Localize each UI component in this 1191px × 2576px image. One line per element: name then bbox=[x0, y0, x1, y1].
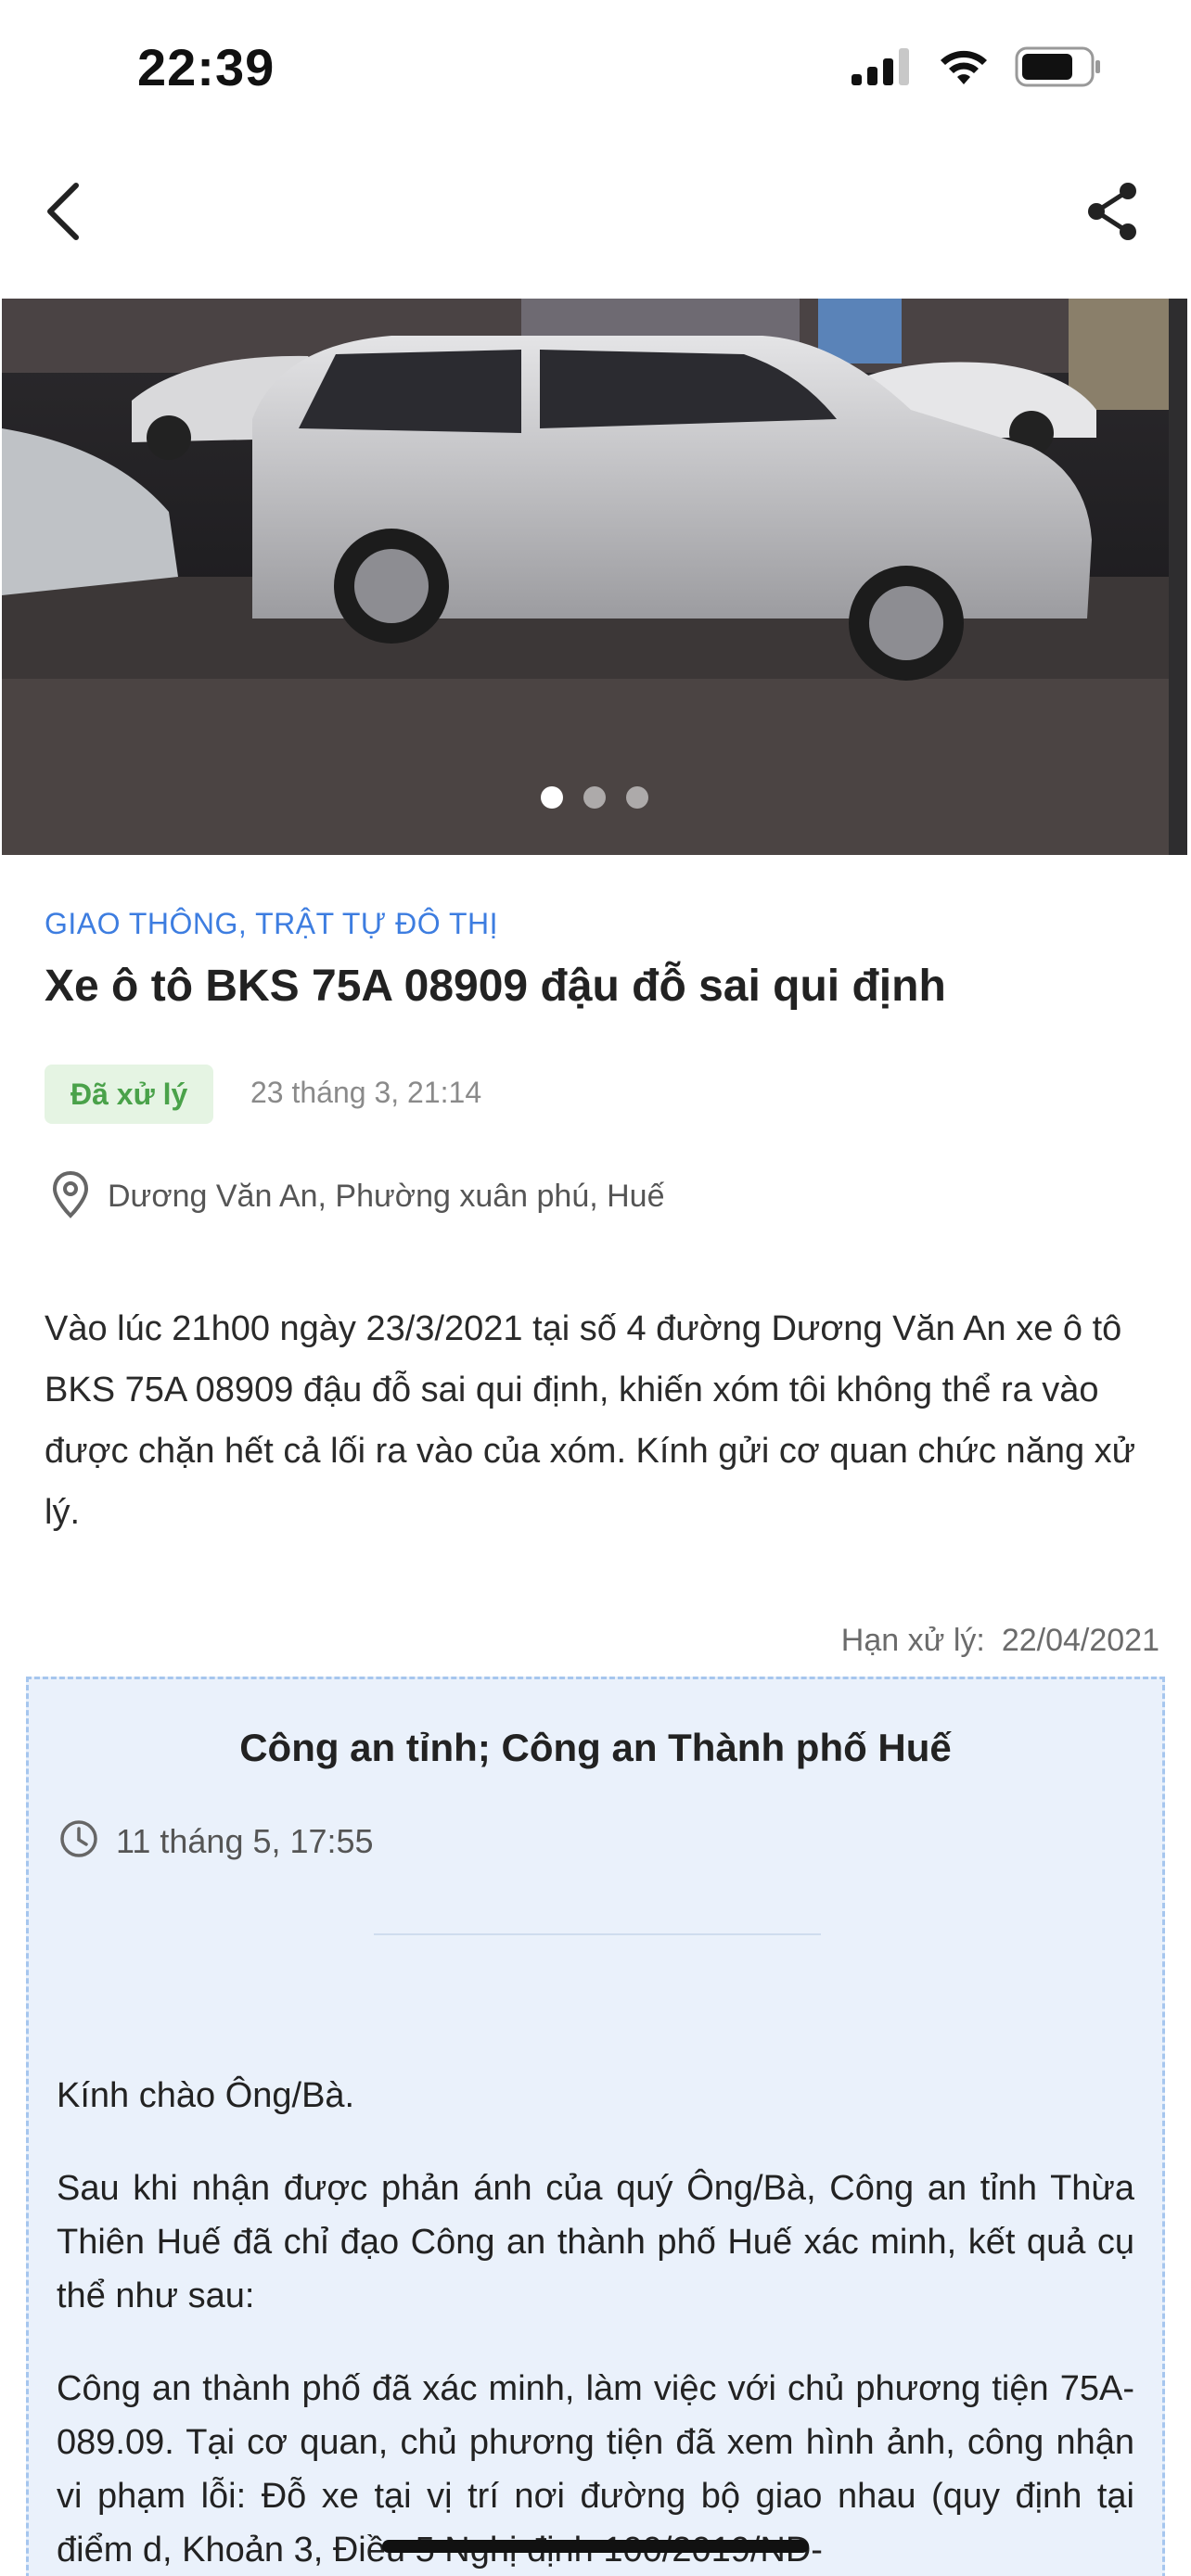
pager-dot[interactable] bbox=[583, 786, 606, 809]
response-body: Kính chào Ông/Bà. Sau khi nhận được phản… bbox=[57, 2069, 1134, 2576]
gallery-pager bbox=[2, 786, 1187, 809]
share-button[interactable] bbox=[1080, 176, 1146, 250]
wifi-icon bbox=[937, 47, 991, 91]
car-photo bbox=[2, 299, 1187, 855]
signal-icon bbox=[852, 48, 913, 90]
response-time: 11 tháng 5, 17:55 bbox=[116, 1821, 374, 1860]
pager-dot[interactable] bbox=[626, 786, 648, 809]
status-badge: Đã xử lý bbox=[45, 1065, 214, 1124]
back-button[interactable] bbox=[33, 176, 93, 250]
deadline: Hạn xử lý: 22/04/2021 bbox=[841, 1623, 1159, 1659]
report-date: 23 tháng 3, 21:14 bbox=[250, 1076, 482, 1109]
share-icon bbox=[1085, 182, 1141, 246]
divider bbox=[374, 1933, 821, 1935]
response-organization: Công an tỉnh; Công an Thành phố Huế bbox=[239, 1726, 952, 1769]
response-paragraph: Kính chào Ông/Bà. bbox=[57, 2076, 355, 2115]
nav-bar bbox=[0, 139, 1191, 297]
chevron-left-icon bbox=[45, 182, 82, 246]
response-time-row: 11 tháng 5, 17:55 bbox=[58, 1818, 374, 1864]
status-bar: 22:39 bbox=[0, 0, 1191, 139]
location-row[interactable]: Dương Văn An, Phường xuân phú, Huế bbox=[52, 1170, 665, 1223]
status-icons bbox=[852, 46, 1102, 92]
photo-gallery[interactable] bbox=[2, 299, 1187, 855]
report-category: GIAO THÔNG, TRẬT TỰ ĐÔ THỊ bbox=[45, 907, 498, 940]
deadline-value: 22/04/2021 bbox=[1001, 1623, 1159, 1658]
report-description: Vào lúc 21h00 ngày 23/3/2021 tại số 4 đư… bbox=[45, 1309, 1136, 1532]
deadline-label: Hạn xử lý: bbox=[840, 1623, 985, 1658]
location-text: Dương Văn An, Phường xuân phú, Huế bbox=[108, 1179, 665, 1214]
response-card: Công an tỉnh; Công an Thành phố Huế 11 t… bbox=[26, 1677, 1165, 2576]
pager-dot[interactable] bbox=[541, 786, 563, 809]
report-title: Xe ô tô BKS 75A 08909 đậu đỗ sai qui địn… bbox=[45, 962, 946, 1011]
status-time: 22:39 bbox=[137, 38, 275, 96]
home-indicator[interactable] bbox=[382, 2540, 809, 2553]
battery-icon bbox=[1015, 46, 1102, 92]
clock-icon bbox=[58, 1818, 99, 1864]
response-paragraph: Sau khi nhận được phản ánh của quý Ông/B… bbox=[57, 2169, 1134, 2315]
location-pin-icon bbox=[52, 1170, 89, 1223]
